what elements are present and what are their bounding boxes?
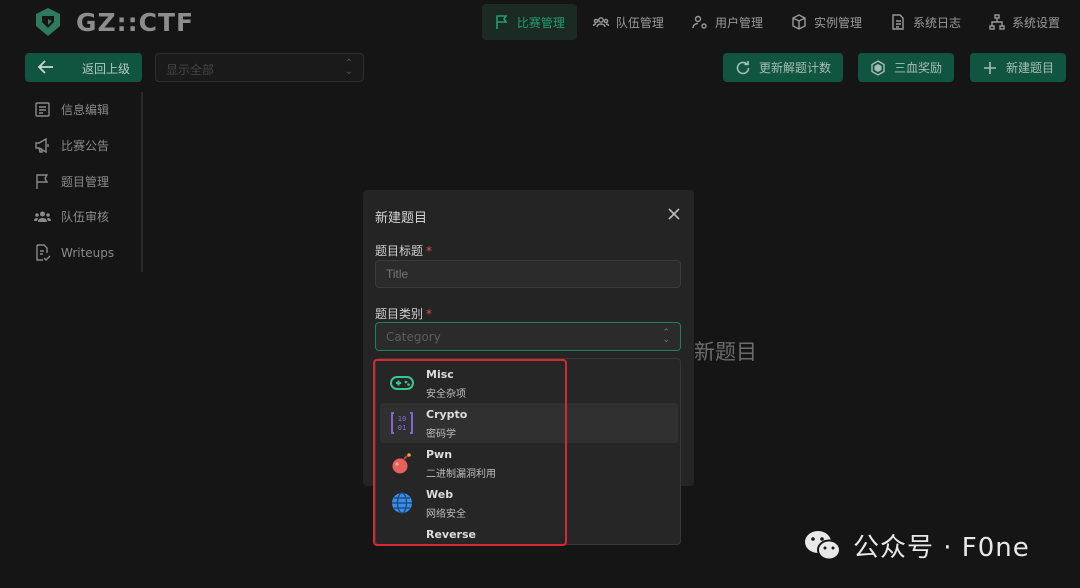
required-marker: * bbox=[426, 307, 433, 321]
back-button-label: 返回上级 bbox=[82, 62, 131, 76]
new-challenge-label: 新建题目 bbox=[1006, 61, 1055, 75]
category-select-placeholder: Category bbox=[386, 330, 441, 344]
sidebar-item-writeups[interactable]: Writeups bbox=[34, 244, 114, 261]
category-select[interactable]: Category ⌃ ⌄ bbox=[375, 322, 681, 351]
nav-system-settings[interactable]: 系统设置 bbox=[977, 4, 1072, 40]
sidebar-item-label: 队伍审核 bbox=[61, 210, 110, 224]
edit-icon bbox=[35, 102, 50, 117]
refresh-icon bbox=[736, 60, 750, 74]
user-gear-icon bbox=[692, 15, 707, 29]
watermark: 公众号 · F0ne bbox=[803, 527, 1030, 564]
update-solve-count-button[interactable]: 更新解题计数 bbox=[723, 53, 844, 82]
filter-select-value: 显示全部 bbox=[166, 63, 215, 77]
chevron-updown-icon: ⌃ ⌄ bbox=[662, 328, 670, 345]
modal-title: 新建题目 bbox=[375, 211, 428, 226]
app-logo[interactable]: GZ::CTF bbox=[32, 6, 194, 38]
nav-user-admin[interactable]: 用户管理 bbox=[680, 4, 775, 40]
blood-bonus-label: 三血奖励 bbox=[894, 61, 943, 75]
nav-label: 用户管理 bbox=[714, 15, 763, 30]
nav-label: 系统日志 bbox=[912, 15, 961, 30]
blood-bonus-button[interactable]: 三血奖励 bbox=[858, 53, 955, 82]
empty-state-text: 新题目 bbox=[694, 340, 757, 364]
sitemap-icon bbox=[989, 14, 1005, 30]
sidebar-item-challenges[interactable]: 题目管理 bbox=[34, 173, 109, 190]
sidebar-item-notices[interactable]: 比赛公告 bbox=[34, 137, 109, 154]
plus-icon bbox=[984, 61, 996, 74]
sidebar-item-label: 信息编辑 bbox=[61, 103, 110, 117]
title-field-label-text: 题目标题 bbox=[375, 244, 424, 258]
arrow-left-icon bbox=[37, 60, 53, 74]
new-challenge-button[interactable]: 新建题目 bbox=[970, 53, 1067, 82]
hexagon-icon bbox=[871, 59, 885, 76]
users-icon bbox=[34, 211, 51, 222]
annotation-highlight-box bbox=[373, 359, 567, 546]
box-icon bbox=[792, 14, 806, 30]
users-icon bbox=[592, 17, 609, 28]
sidebar-item-label: 题目管理 bbox=[61, 175, 110, 189]
nav-label: 队伍管理 bbox=[615, 15, 664, 30]
nav-team-admin[interactable]: 队伍管理 bbox=[581, 4, 676, 40]
logo-text: GZ::CTF bbox=[76, 7, 195, 37]
nav-instance-admin[interactable]: 实例管理 bbox=[779, 4, 874, 40]
file-check-icon bbox=[36, 244, 51, 261]
flag-icon bbox=[36, 174, 49, 189]
file-text-icon bbox=[892, 14, 904, 30]
sidebar-item-label: Writeups bbox=[61, 245, 115, 260]
nav-label: 比赛管理 bbox=[516, 15, 565, 30]
nav-label: 系统设置 bbox=[1011, 15, 1060, 30]
wechat-icon bbox=[805, 530, 841, 560]
chevron-updown-icon: ⌃ ⌄ bbox=[344, 58, 353, 77]
back-button[interactable]: 返回上级 bbox=[25, 53, 142, 82]
category-field-label-text: 题目类别 bbox=[375, 307, 424, 321]
sidebar-item-team-review[interactable]: 队伍审核 bbox=[34, 208, 109, 225]
update-solve-count-label: 更新解题计数 bbox=[759, 61, 832, 75]
filter-select[interactable]: 显示全部 ⌃ ⌄ bbox=[155, 53, 364, 82]
sidebar-divider bbox=[141, 92, 143, 272]
required-marker: * bbox=[426, 244, 433, 258]
sidebar-item-info-edit[interactable]: 信息编辑 bbox=[34, 101, 109, 118]
nav-system-log[interactable]: 系统日志 bbox=[878, 4, 973, 40]
logo-icon bbox=[36, 8, 60, 36]
watermark-text: 公众号 · F0ne bbox=[853, 533, 1030, 563]
nav-game-admin[interactable]: 比赛管理 bbox=[481, 4, 577, 40]
close-icon[interactable] bbox=[668, 208, 680, 220]
sidebar-item-label: 比赛公告 bbox=[61, 139, 110, 153]
category-field-label: 题目类别 * bbox=[375, 305, 432, 322]
nav-label: 实例管理 bbox=[813, 15, 862, 30]
title-field-label: 题目标题 * bbox=[375, 242, 432, 259]
main-nav: 比赛管理 队伍管理 用户管理 实例管理 系统日志 系统设置 bbox=[481, 4, 1072, 40]
title-input[interactable] bbox=[375, 260, 681, 288]
flag-icon bbox=[496, 15, 508, 29]
top-header: GZ::CTF 比赛管理 队伍管理 用户管理 实例管理 系统日志 系统设置 bbox=[0, 0, 1080, 46]
megaphone-icon bbox=[35, 137, 49, 154]
